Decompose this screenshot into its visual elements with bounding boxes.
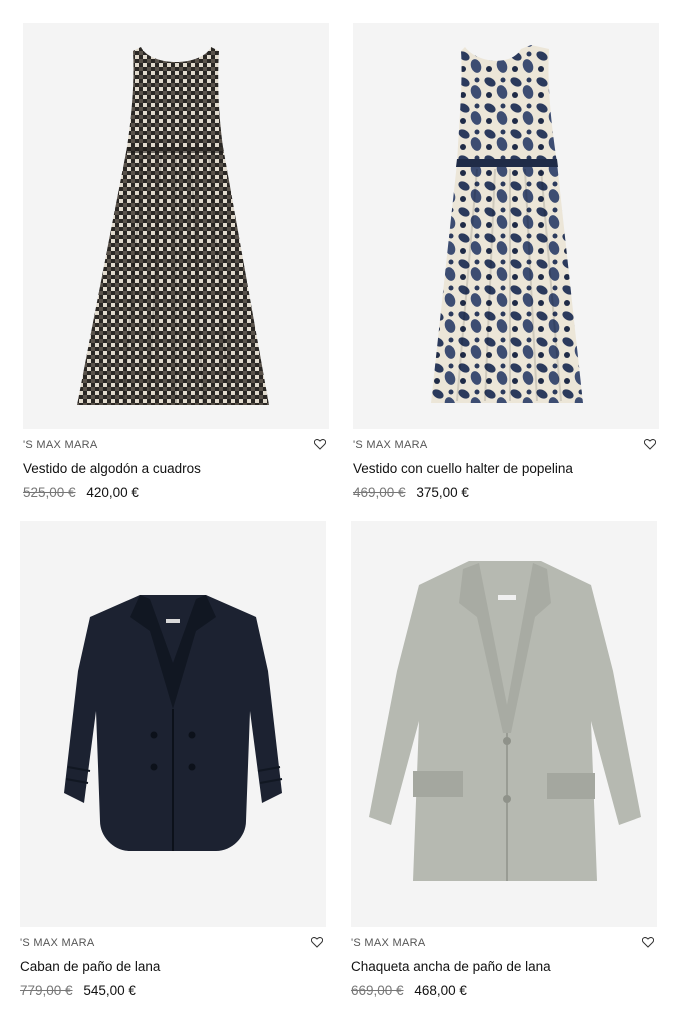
original-price: 525,00 € xyxy=(23,485,76,500)
product-card[interactable]: 'S MAX MARA Chaqueta ancha de paño de la… xyxy=(351,521,657,999)
heart-outline-icon[interactable] xyxy=(639,933,657,951)
product-name[interactable]: Chaqueta ancha de paño de lana xyxy=(351,959,657,975)
product-image-link[interactable] xyxy=(353,23,659,429)
checked-sleeveless-dress-image xyxy=(77,47,269,405)
original-price: 469,00 € xyxy=(353,485,406,500)
sale-price: 375,00 € xyxy=(416,485,469,500)
product-brand: 'S MAX MARA xyxy=(20,937,95,949)
product-prices: 525,00 € 420,00 € xyxy=(23,485,329,501)
product-card[interactable]: 'S MAX MARA Vestido con cuello halter de… xyxy=(353,23,659,501)
original-price: 669,00 € xyxy=(351,983,404,998)
product-card[interactable]: 'S MAX MARA Caban de paño de lana 779,00… xyxy=(20,521,326,999)
heart-outline-icon[interactable] xyxy=(311,435,329,453)
product-prices: 469,00 € 375,00 € xyxy=(353,485,659,501)
product-name[interactable]: Vestido de algodón a cuadros xyxy=(23,461,329,477)
heart-outline-icon[interactable] xyxy=(308,933,326,951)
original-price: 779,00 € xyxy=(20,983,73,998)
product-image-link[interactable] xyxy=(23,23,329,429)
product-image-link[interactable] xyxy=(20,521,326,927)
floral-halter-dress-image xyxy=(431,45,583,403)
sale-price: 420,00 € xyxy=(86,485,139,500)
product-name[interactable]: Caban de paño de lana xyxy=(20,959,326,975)
product-prices: 669,00 € 468,00 € xyxy=(351,983,657,999)
product-card[interactable]: 'S MAX MARA Vestido de algodón a cuadros… xyxy=(23,23,329,501)
product-image-link[interactable] xyxy=(351,521,657,927)
grey-wool-jacket-image xyxy=(369,561,641,881)
heart-outline-icon[interactable] xyxy=(641,435,659,453)
sale-price: 545,00 € xyxy=(83,983,136,998)
product-brand: 'S MAX MARA xyxy=(353,439,428,451)
navy-pea-coat-image xyxy=(64,595,283,851)
sale-price: 468,00 € xyxy=(414,983,467,998)
product-name[interactable]: Vestido con cuello halter de popelina xyxy=(353,461,659,477)
product-prices: 779,00 € 545,00 € xyxy=(20,983,326,999)
product-brand: 'S MAX MARA xyxy=(351,937,426,949)
product-brand: 'S MAX MARA xyxy=(23,439,98,451)
